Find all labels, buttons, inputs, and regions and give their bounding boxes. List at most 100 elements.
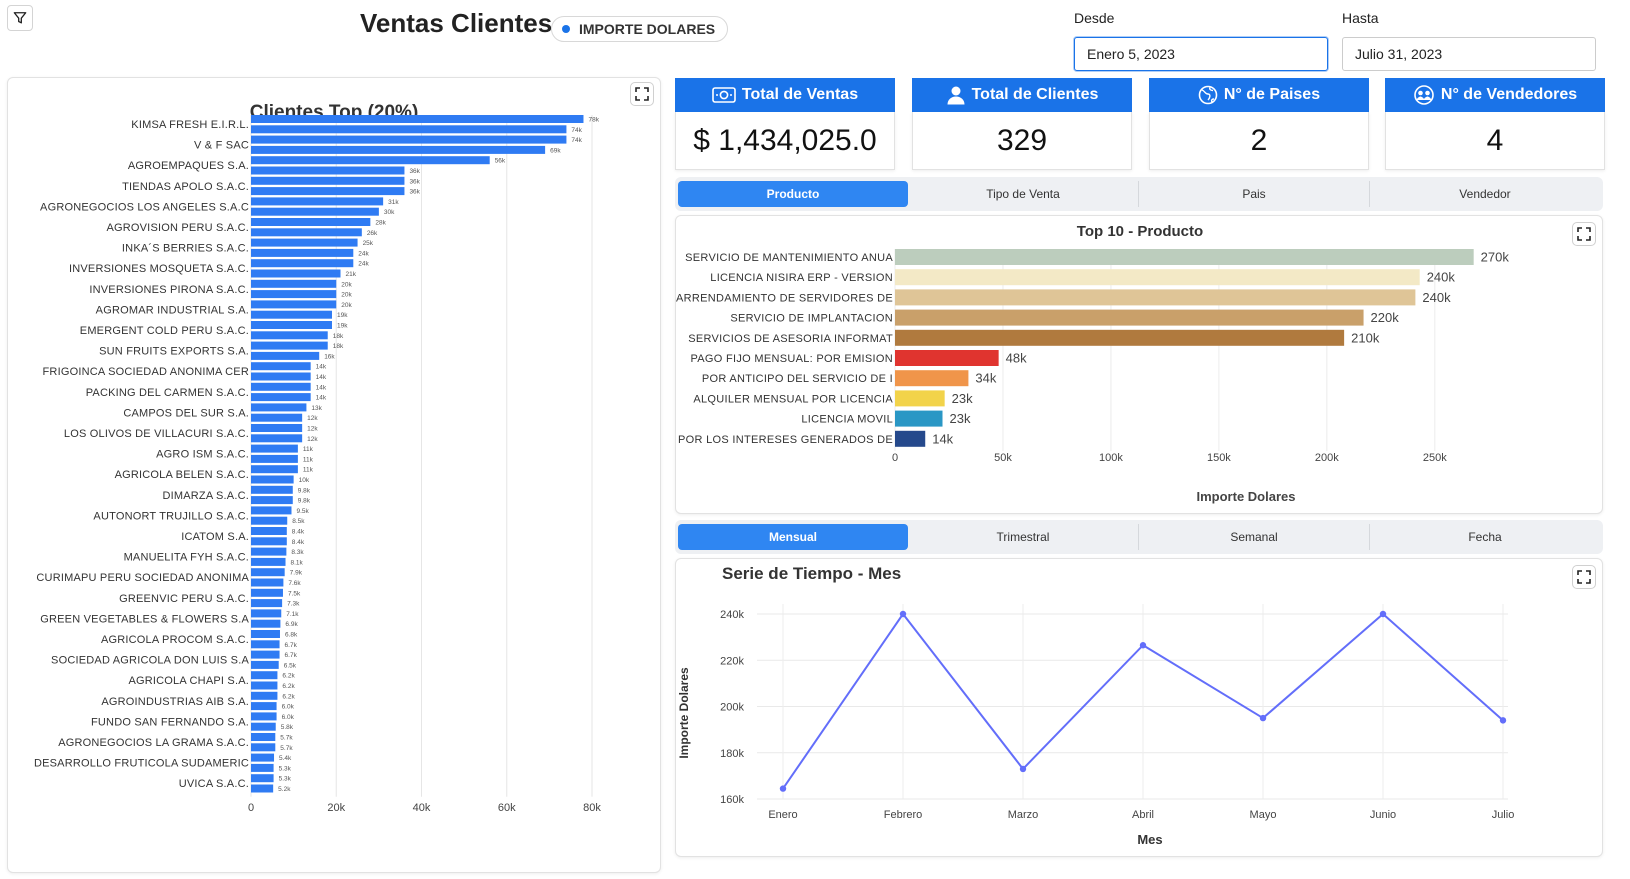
category-label: SERVICIO DE IMPLANTACION — [730, 313, 893, 325]
bar-value-label: 36k — [409, 189, 420, 196]
serie-tiempo-card: Serie de Tiempo - Mes Enero Febrero Marzo A… — [675, 558, 1603, 857]
category-label: AGROEMPAQUES S.A. — [128, 160, 249, 172]
metric-pill[interactable]: IMPORTE DOLARES — [551, 16, 729, 42]
bar-value-label: 36k — [409, 168, 420, 175]
tab-semanal[interactable]: Semanal — [1138, 524, 1369, 550]
filter-icon — [13, 12, 27, 24]
tab-fecha[interactable]: Fecha — [1369, 524, 1600, 550]
bar — [895, 410, 943, 427]
bar — [251, 248, 354, 257]
page-title: Ventas Clientes — [360, 8, 553, 38]
data-point — [1379, 610, 1387, 618]
bar — [251, 424, 303, 432]
filter-button[interactable] — [7, 5, 33, 31]
bar-value-label: 5.3k — [279, 776, 292, 783]
kpi-label: N° de Vendedores — [1440, 86, 1578, 103]
bar — [251, 619, 281, 628]
bar-value-label: 26k — [367, 230, 378, 237]
bar-value-label: 5.8k — [281, 724, 294, 731]
bar-value-label: 24k — [358, 261, 369, 268]
bar-value-label: 9.5k — [296, 508, 309, 515]
x-tick-label: Enero — [768, 809, 797, 821]
user-icon — [947, 86, 965, 105]
bar — [251, 557, 286, 566]
bar — [251, 187, 405, 196]
kpi-value: 329 — [912, 112, 1132, 170]
bar — [251, 125, 567, 134]
bar-value-label: 7.1k — [286, 611, 299, 618]
bar-value-label: 11k — [303, 446, 314, 453]
category-label: EMERGENT COLD PERU S.A.C. — [80, 325, 249, 337]
bar-value-label: 12k — [307, 426, 318, 433]
category-label: DIMARZA S.A.C. — [162, 490, 249, 502]
bar — [251, 537, 287, 546]
bar — [251, 362, 311, 371]
kpi-head: Total de Ventas — [675, 78, 895, 112]
desde-date-input[interactable] — [1074, 37, 1328, 71]
tab-tipo-de-venta[interactable]: Tipo de Venta — [908, 181, 1138, 207]
bar — [251, 681, 278, 690]
tab-trimestral[interactable]: Trimestral — [908, 524, 1138, 550]
tab-vendedor[interactable]: Vendedor — [1369, 181, 1600, 207]
y-tick-label: 240k — [720, 609, 744, 621]
bar — [251, 671, 278, 680]
bar-value-label: 6.2k — [282, 683, 295, 690]
bar-value-label: 20k — [341, 302, 352, 309]
bar-value-label: 7.5k — [288, 590, 301, 597]
category-label: AGROINDUSTRIAS AIB S.A. — [101, 696, 249, 708]
tab-pais[interactable]: Pais — [1138, 181, 1369, 207]
hasta-date-input[interactable] — [1342, 37, 1596, 71]
bar-value-label: 10k — [299, 477, 310, 484]
bar-value-label: 7.6k — [288, 580, 301, 587]
bar — [251, 228, 362, 237]
bar-value-label: 6.9k — [285, 621, 298, 628]
hasta-label: Hasta — [1342, 10, 1379, 26]
kpi-label: Total de Ventas — [741, 86, 859, 103]
bar-value-label: 6.2k — [282, 693, 295, 700]
category-label: CURIMAPU PERU SOCIEDAD ANONIMA — [36, 572, 249, 584]
bar-value-label: 21k — [346, 271, 357, 278]
kpi-label: Total de Clientes — [971, 86, 1099, 103]
bar-value-label: 8.1k — [291, 559, 304, 566]
kpi-total-ventas: Total de Ventas $ 1,434,025.0 — [675, 78, 895, 172]
bar — [251, 691, 278, 700]
bar-value-label: 5.3k — [279, 765, 292, 772]
bar-value-label: 20k — [341, 281, 352, 288]
bar-value-label: 220k — [1371, 310, 1400, 325]
bar — [251, 300, 337, 309]
bar — [895, 329, 1345, 346]
bar-value-label: 14k — [316, 374, 327, 381]
x-tick-label: Abril — [1132, 809, 1154, 821]
clientes-top-card: Clientes Top (20%) 78k 74k 74k 69k 56k 36k 36k… — [7, 77, 661, 873]
bar-value-label: 14k — [316, 395, 327, 402]
bar — [251, 485, 293, 494]
bar — [251, 310, 332, 319]
bar — [251, 568, 285, 577]
money-icon — [712, 87, 736, 103]
bar — [251, 599, 283, 608]
category-label: CAMPOS DEL SUR S.A. — [123, 407, 249, 419]
pill-dot-icon — [562, 25, 570, 33]
bar-value-label: 20k — [341, 292, 352, 299]
x-tick-label: Marzo — [1008, 809, 1039, 821]
bar-value-label: 5.2k — [278, 786, 291, 793]
x-tick-label: 200k — [1315, 452, 1339, 464]
bar — [251, 660, 279, 669]
data-point — [1499, 717, 1507, 724]
bar — [251, 547, 287, 556]
x-tick-label: 150k — [1207, 452, 1231, 464]
bar — [251, 135, 567, 144]
category-label: AGROMAR INDUSTRIAL S.A. — [96, 304, 249, 316]
category-label: GREENVIC PERU S.A.C. — [119, 593, 249, 605]
bar-value-label: 8.3k — [291, 549, 304, 556]
category-label: POR LOS INTERESES GENERADOS DE — [678, 434, 893, 446]
category-label: SERVICIO DE MANTENIMIENTO ANUA — [685, 252, 893, 264]
bar-value-label: 5.7k — [280, 735, 293, 742]
bar-value-label: 34k — [975, 371, 996, 386]
bar-value-label: 6.8k — [285, 632, 298, 639]
bar — [251, 733, 276, 741]
bar — [251, 496, 293, 505]
bar — [251, 413, 303, 422]
tab-producto[interactable]: Producto — [678, 181, 908, 207]
tab-mensual[interactable]: Mensual — [678, 524, 908, 550]
